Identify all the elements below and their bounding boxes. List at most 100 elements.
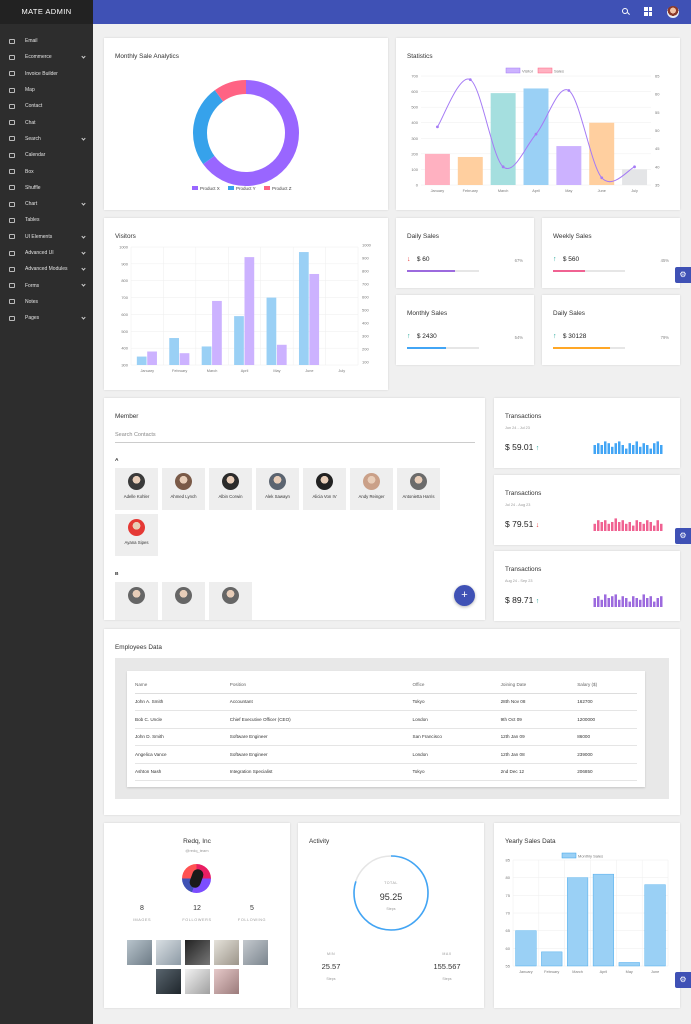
sidebar-item-ecommerce[interactable]: Ecommerce [0, 49, 93, 65]
table-cell: London [412, 710, 501, 729]
table-row[interactable]: John D. Smith Software Engineer San Franci… [135, 728, 637, 746]
table-row[interactable]: John A. Smith Accountant Tokyo 28th Nov 08 1… [135, 693, 637, 711]
daily-sales-card: Daily Sales ↓ $ 60 67% [396, 218, 534, 288]
sidebar-item-calendar[interactable]: Calendar [0, 147, 93, 163]
gallery-image[interactable] [214, 940, 239, 965]
table-cell: John A. Smith [135, 693, 230, 711]
table-row[interactable]: Ashton Nash Integration Specialist Tokyo 2n… [135, 763, 637, 781]
legend-label: Product X [200, 186, 220, 191]
y-tick-label: 700 [362, 282, 369, 287]
search-icon[interactable] [621, 7, 630, 16]
sidebar-item-advanced-ui[interactable]: Advanced UI [0, 245, 93, 261]
member-card-item[interactable]: Antonietta Harris [397, 468, 440, 510]
spark-bar [628, 443, 631, 454]
sidebar-item-chart[interactable]: Chart [0, 196, 93, 212]
member-name: Antonietta Harris [402, 494, 435, 499]
menu-icon [9, 201, 15, 207]
member-card-item[interactable]: Alek Sawayn [256, 468, 299, 510]
column-header[interactable]: Name [135, 677, 230, 694]
y-tick-label: 700 [411, 74, 418, 79]
gallery-image[interactable] [156, 940, 181, 965]
sidebar-item-pages[interactable]: Pages [0, 310, 93, 326]
settings-gear-icon[interactable]: ⚙ [675, 267, 691, 283]
sidebar-item-search[interactable]: Search [0, 131, 93, 147]
sidebar-item-label: Notes [25, 298, 39, 305]
bar [201, 346, 212, 365]
bar [618, 962, 640, 967]
member-avatar [175, 473, 192, 490]
y-tick-label: 200 [362, 347, 369, 352]
column-header[interactable]: Position [229, 677, 413, 694]
bar [179, 353, 190, 365]
member-avatar [128, 587, 145, 604]
group-letter-a: A [115, 458, 119, 463]
sidebar-item-tables[interactable]: Tables [0, 212, 93, 228]
bar [589, 122, 615, 185]
total-value: 95.25 [379, 892, 403, 902]
sidebar-item-invoice-builder[interactable]: Invoice Builder [0, 66, 93, 82]
sidebar-item-label: Shuffle [25, 184, 41, 191]
table-row[interactable]: Bob C. Uncle Chief Executive Officer (CEO… [135, 710, 637, 729]
gallery-image[interactable] [214, 969, 239, 994]
sidebar-item-forms[interactable]: Forms [0, 277, 93, 293]
gallery-image[interactable] [156, 969, 181, 994]
chevron-down-icon [81, 250, 86, 255]
sidebar-item-chat[interactable]: Chat [0, 114, 93, 130]
member-card-item[interactable] [209, 582, 252, 620]
column-header[interactable]: Office [412, 677, 501, 694]
member-card-item[interactable] [162, 582, 205, 620]
sidebar-item-notes[interactable]: Notes [0, 294, 93, 310]
member-card-item[interactable]: Ayana Sipes [115, 514, 158, 556]
user-avatar[interactable] [667, 6, 679, 18]
gallery-image[interactable] [185, 969, 210, 994]
apps-grid-icon[interactable] [644, 7, 653, 16]
settings-gear-icon[interactable]: ⚙ [675, 972, 691, 988]
card-title: Member [115, 413, 139, 420]
gallery-image[interactable] [185, 940, 210, 965]
gallery-image[interactable] [243, 940, 268, 965]
sidebar-item-label: Search [25, 135, 41, 142]
gallery-image[interactable] [127, 940, 152, 965]
spark-bar [660, 523, 663, 531]
member-card-item[interactable]: Albin Corwin [209, 468, 252, 510]
member-avatar [410, 473, 427, 490]
column-header[interactable]: Joining Date [500, 677, 578, 694]
sidebar-item-shuffle[interactable]: Shuffle [0, 180, 93, 196]
activity-min: MIN 25.57 Steps [321, 952, 341, 981]
x-tick-label: April [241, 369, 249, 373]
bar [169, 338, 179, 365]
spark-bar [632, 525, 635, 531]
spark-bar [607, 523, 610, 531]
sidebar-item-email[interactable]: Email [0, 33, 93, 49]
spark-bar [618, 522, 621, 531]
settings-gear-icon[interactable]: ⚙ [675, 528, 691, 544]
card-title: Transactions [505, 413, 542, 420]
sidebar-item-advanced-modules[interactable]: Advanced Modules [0, 261, 93, 277]
column-header[interactable]: Salary ($) [577, 677, 637, 694]
sidebar-item-ui-elements[interactable]: UI Elements [0, 229, 93, 245]
card-title: Transactions [505, 490, 542, 497]
chevron-down-icon [81, 266, 86, 271]
member-card-item[interactable]: Andy Reinger [350, 468, 393, 510]
spark-bar [646, 520, 649, 531]
brand-logo[interactable]: MATE ADMIN [0, 0, 93, 24]
stat-title: Daily Sales [407, 233, 439, 240]
member-avatar [269, 473, 286, 490]
member-card-item[interactable]: Alicia Von IV [303, 468, 346, 510]
member-card-item[interactable]: Adelle Kohler [115, 468, 158, 510]
spark-bar [632, 445, 635, 454]
sidebar-item-box[interactable]: Box [0, 163, 93, 179]
yearly-sales-chart: 55 60 65 70 75 80 85 January February March April M… [506, 852, 669, 974]
stat-followers: 12 FOLLOWERS [182, 905, 212, 922]
spark-bar [604, 594, 607, 607]
table-cell: 162700 [577, 693, 637, 711]
member-card-item[interactable] [115, 582, 158, 620]
search-contacts-input[interactable]: Search Contacts [115, 432, 475, 443]
sidebar-item-contact[interactable]: Contact [0, 98, 93, 114]
sidebar-item-map[interactable]: Map [0, 82, 93, 98]
add-member-button[interactable]: + [454, 585, 475, 606]
member-name: Albin Corwin [218, 494, 243, 499]
table-row[interactable]: Angelica Vance Software Engineer London 12t… [135, 745, 637, 764]
arrow-up-icon: ↑ [535, 445, 540, 452]
member-card-item[interactable]: Ahmed Lynch [162, 468, 205, 510]
